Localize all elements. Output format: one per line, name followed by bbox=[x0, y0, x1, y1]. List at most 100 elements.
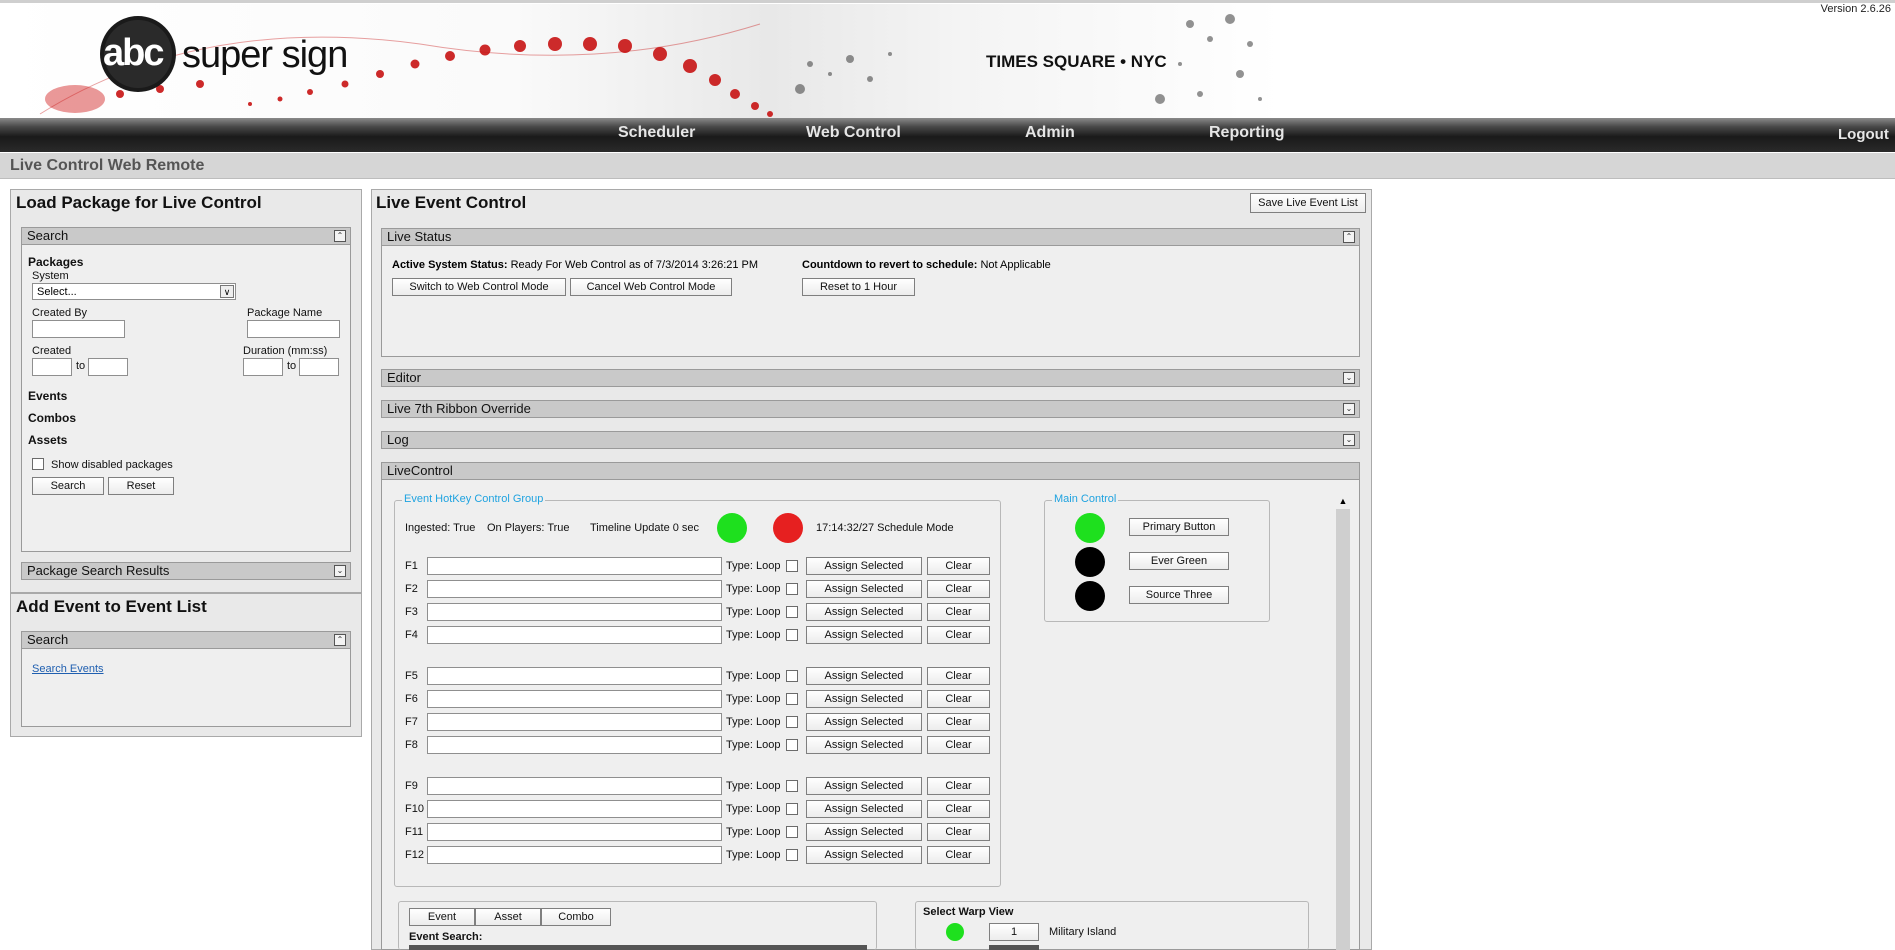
search-button[interactable]: Search bbox=[32, 477, 104, 495]
clear-button[interactable]: Clear bbox=[927, 713, 990, 731]
collapse-icon[interactable]: ⌃ bbox=[334, 634, 346, 646]
loop-checkbox[interactable] bbox=[786, 716, 798, 728]
type-label: Type: bbox=[726, 739, 753, 751]
clear-button[interactable]: Clear bbox=[927, 626, 990, 644]
assign-selected-button[interactable]: Assign Selected bbox=[806, 603, 922, 621]
nav-scheduler[interactable]: Scheduler bbox=[618, 124, 695, 142]
loop-checkbox[interactable] bbox=[786, 629, 798, 641]
logout-link[interactable]: Logout bbox=[1838, 126, 1889, 143]
loop-checkbox[interactable] bbox=[786, 606, 798, 618]
clear-button[interactable]: Clear bbox=[927, 823, 990, 841]
package-name-input[interactable] bbox=[247, 320, 340, 338]
duration-to-input[interactable] bbox=[299, 358, 339, 376]
loop-checkbox[interactable] bbox=[786, 583, 798, 595]
loop-checkbox[interactable] bbox=[786, 693, 798, 705]
package-results-header[interactable]: Package Search Results ⌄ bbox=[21, 562, 351, 580]
hotkey-event-input[interactable] bbox=[427, 557, 722, 575]
nav-admin[interactable]: Admin bbox=[1025, 124, 1075, 142]
hotkey-event-input[interactable] bbox=[427, 777, 722, 795]
assign-selected-button[interactable]: Assign Selected bbox=[806, 557, 922, 575]
loop-checkbox[interactable] bbox=[786, 849, 798, 861]
log-header[interactable]: Log ⌄ bbox=[381, 431, 1360, 449]
save-live-event-list-button[interactable]: Save Live Event List bbox=[1250, 193, 1366, 213]
assign-selected-button[interactable]: Assign Selected bbox=[806, 777, 922, 795]
vertical-scrollbar[interactable] bbox=[1336, 495, 1350, 950]
hotkey-event-input[interactable] bbox=[427, 713, 722, 731]
hotkey-event-input[interactable] bbox=[427, 667, 722, 685]
live-status-header[interactable]: Live Status ⌃ bbox=[381, 228, 1360, 246]
clear-button[interactable]: Clear bbox=[927, 690, 990, 708]
add-search-header[interactable]: Search ⌃ bbox=[21, 631, 351, 649]
collapse-icon[interactable]: ⌃ bbox=[1343, 231, 1355, 243]
search-events-link[interactable]: Search Events bbox=[32, 663, 104, 675]
hotkey-event-input[interactable] bbox=[427, 690, 722, 708]
assign-selected-button[interactable]: Assign Selected bbox=[806, 626, 922, 644]
hotkey-event-input[interactable] bbox=[427, 800, 722, 818]
hotkey-event-input[interactable] bbox=[427, 603, 722, 621]
created-by-input[interactable] bbox=[32, 320, 125, 338]
tab-asset[interactable]: Asset bbox=[475, 908, 541, 926]
created-from-input[interactable] bbox=[32, 358, 72, 376]
assign-selected-button[interactable]: Assign Selected bbox=[806, 800, 922, 818]
ribbon-override-header[interactable]: Live 7th Ribbon Override ⌄ bbox=[381, 400, 1360, 418]
source-three-button[interactable]: Source Three bbox=[1129, 586, 1229, 604]
ever-green-button[interactable]: Ever Green bbox=[1129, 552, 1229, 570]
assign-selected-button[interactable]: Assign Selected bbox=[806, 690, 922, 708]
clear-button[interactable]: Clear bbox=[927, 557, 990, 575]
clear-button[interactable]: Clear bbox=[927, 846, 990, 864]
chevron-down-icon[interactable]: ∨ bbox=[220, 285, 234, 298]
scroll-up-icon[interactable]: ▲ bbox=[1336, 493, 1350, 509]
assign-selected-button[interactable]: Assign Selected bbox=[806, 713, 922, 731]
expand-icon[interactable]: ⌄ bbox=[1343, 434, 1355, 446]
clear-button[interactable]: Clear bbox=[927, 736, 990, 754]
search-section-header[interactable]: Search ⌃ bbox=[21, 227, 351, 245]
livecontrol-header[interactable]: LiveControl bbox=[381, 462, 1360, 480]
warp-view-value[interactable]: 1 bbox=[989, 923, 1039, 941]
assign-selected-button[interactable]: Assign Selected bbox=[806, 823, 922, 841]
loop-checkbox[interactable] bbox=[786, 739, 798, 751]
loop-checkbox[interactable] bbox=[786, 803, 798, 815]
reset-button[interactable]: Reset bbox=[108, 477, 174, 495]
clear-button[interactable]: Clear bbox=[927, 667, 990, 685]
primary-button[interactable]: Primary Button bbox=[1129, 518, 1229, 536]
combos-label[interactable]: Combos bbox=[28, 411, 76, 425]
show-disabled-checkbox[interactable] bbox=[32, 458, 44, 470]
expand-icon[interactable]: ⌄ bbox=[1343, 403, 1355, 415]
collapse-icon[interactable]: ⌃ bbox=[334, 230, 346, 242]
tab-combo[interactable]: Combo bbox=[541, 908, 611, 926]
assign-selected-button[interactable]: Assign Selected bbox=[806, 580, 922, 598]
hotkey-event-input[interactable] bbox=[427, 626, 722, 644]
hotkey-event-input[interactable] bbox=[427, 823, 722, 841]
assign-selected-button[interactable]: Assign Selected bbox=[806, 667, 922, 685]
switch-web-control-button[interactable]: Switch to Web Control Mode bbox=[392, 278, 566, 296]
clear-button[interactable]: Clear bbox=[927, 800, 990, 818]
assign-selected-button[interactable]: Assign Selected bbox=[806, 846, 922, 864]
created-to-input[interactable] bbox=[88, 358, 128, 376]
hotkey-event-input[interactable] bbox=[427, 580, 722, 598]
nav-reporting[interactable]: Reporting bbox=[1209, 124, 1285, 142]
loop-label: Loop bbox=[756, 693, 781, 705]
assets-label[interactable]: Assets bbox=[28, 433, 67, 447]
events-label[interactable]: Events bbox=[28, 389, 67, 403]
red-status-indicator bbox=[773, 513, 803, 543]
loop-checkbox[interactable] bbox=[786, 780, 798, 792]
expand-icon[interactable]: ⌄ bbox=[1343, 372, 1355, 384]
assign-selected-button[interactable]: Assign Selected bbox=[806, 736, 922, 754]
loop-checkbox[interactable] bbox=[786, 826, 798, 838]
reset-one-hour-button[interactable]: Reset to 1 Hour bbox=[802, 278, 915, 296]
loop-checkbox[interactable] bbox=[786, 560, 798, 572]
hotkey-event-input[interactable] bbox=[427, 736, 722, 754]
loop-checkbox[interactable] bbox=[786, 670, 798, 682]
clear-button[interactable]: Clear bbox=[927, 603, 990, 621]
nav-web-control[interactable]: Web Control bbox=[806, 124, 901, 142]
system-select[interactable]: Select... ∨ bbox=[32, 283, 236, 300]
log-title: Log bbox=[387, 432, 409, 447]
clear-button[interactable]: Clear bbox=[927, 777, 990, 795]
clear-button[interactable]: Clear bbox=[927, 580, 990, 598]
duration-from-input[interactable] bbox=[243, 358, 283, 376]
cancel-web-control-button[interactable]: Cancel Web Control Mode bbox=[570, 278, 732, 296]
expand-icon[interactable]: ⌄ bbox=[334, 565, 346, 577]
tab-event[interactable]: Event bbox=[409, 908, 475, 926]
editor-header[interactable]: Editor ⌄ bbox=[381, 369, 1360, 387]
hotkey-event-input[interactable] bbox=[427, 846, 722, 864]
